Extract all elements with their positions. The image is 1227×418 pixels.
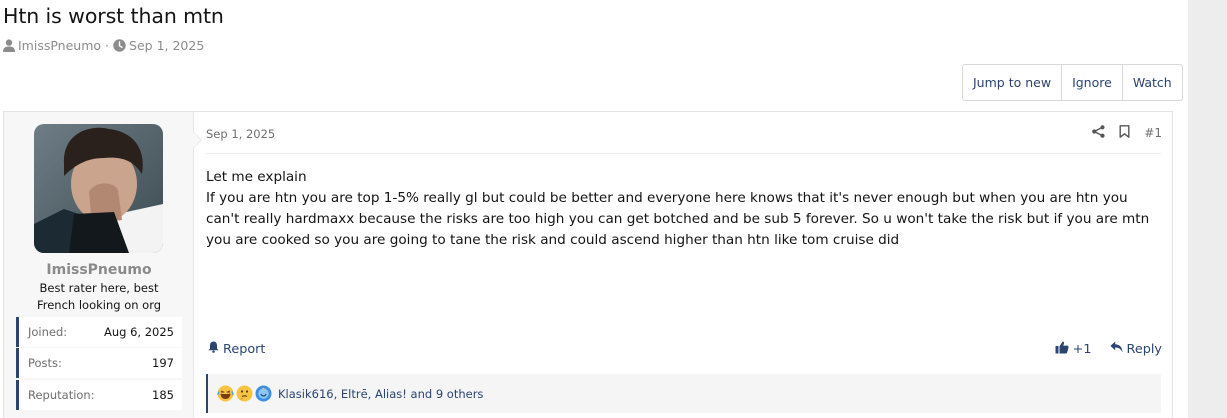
meta-separator: · — [105, 37, 110, 53]
reactions-bar[interactable]: Klasik616, Eltrē, Alias! and 9 others — [206, 374, 1161, 413]
stat-label: Joined: — [28, 325, 68, 339]
reply-icon — [1109, 341, 1123, 357]
reply-label: Reply — [1126, 341, 1162, 357]
reaction-emojis — [217, 385, 274, 402]
message-divider — [206, 153, 1161, 154]
post-body-paragraph: If you are htn you are top 1-5% really g… — [206, 190, 1150, 248]
user-title: Best rater here, best French looking on … — [36, 281, 162, 312]
stat-label: Posts: — [28, 356, 62, 370]
thread-action-buttons: Jump to new Ignore Watch — [962, 64, 1183, 101]
stat-reputation: Reputation: 185 — [16, 380, 182, 410]
user-icon — [3, 38, 15, 52]
bell-icon — [208, 341, 219, 357]
blue-emoji-icon — [255, 385, 272, 402]
clock-icon — [113, 38, 126, 52]
post: ImissPneumo Best rater here, best French… — [3, 111, 1173, 418]
reactions-users-text: Klasik616, Eltrē, Alias! and 9 others — [278, 386, 484, 401]
post-body-line: Let me explain — [206, 169, 307, 185]
stat-joined: Joined: Aug 6, 2025 — [16, 317, 182, 347]
post-actions: #1 — [1092, 125, 1162, 141]
reply-button[interactable]: Reply — [1109, 341, 1162, 357]
thread-author-link[interactable]: ImissPneumo — [18, 38, 101, 53]
post-number-link[interactable]: #1 — [1144, 126, 1162, 140]
bookmark-icon[interactable] — [1119, 125, 1130, 141]
main-content: Htn is worst than mtn ImissPneumo · Sep … — [0, 0, 1188, 418]
share-icon[interactable] — [1092, 125, 1105, 141]
post-message: Sep 1, 2025 #1 Let me explain If you are… — [194, 112, 1172, 418]
ignore-button[interactable]: Ignore — [1062, 65, 1123, 100]
thinking-emoji-icon — [236, 385, 253, 402]
avatar[interactable] — [34, 124, 163, 253]
laughing-emoji-icon — [217, 385, 234, 402]
post-username[interactable]: ImissPneumo — [4, 262, 194, 278]
report-link[interactable]: Report — [208, 341, 265, 357]
post-date-link[interactable]: Sep 1, 2025 — [206, 127, 275, 141]
stat-value: Aug 6, 2025 — [103, 325, 174, 339]
thread-date-link[interactable]: Sep 1, 2025 — [129, 38, 204, 53]
report-label: Report — [223, 341, 266, 357]
post-user-panel: ImissPneumo Best rater here, best French… — [4, 112, 202, 418]
post-footer: Report +1 Reply — [208, 339, 1162, 359]
reaction-count: +1 — [1072, 341, 1092, 357]
post-body: Let me explain If you are htn you are to… — [206, 167, 1156, 251]
thread-title: Htn is worst than mtn — [3, 4, 224, 28]
react-button[interactable]: +1 — [1055, 341, 1092, 358]
stat-value: 185 — [152, 388, 174, 402]
watch-button[interactable]: Watch — [1123, 65, 1182, 100]
jump-to-new-button[interactable]: Jump to new — [963, 65, 1063, 100]
thumbs-up-icon — [1055, 341, 1069, 358]
stat-posts: Posts: 197 — [16, 348, 182, 378]
stat-label: Reputation: — [28, 388, 95, 402]
thread-meta: ImissPneumo · Sep 1, 2025 — [3, 37, 204, 53]
post-footer-actions: +1 Reply — [1055, 341, 1162, 358]
stat-value: 197 — [152, 356, 174, 370]
right-gutter — [1188, 0, 1227, 418]
